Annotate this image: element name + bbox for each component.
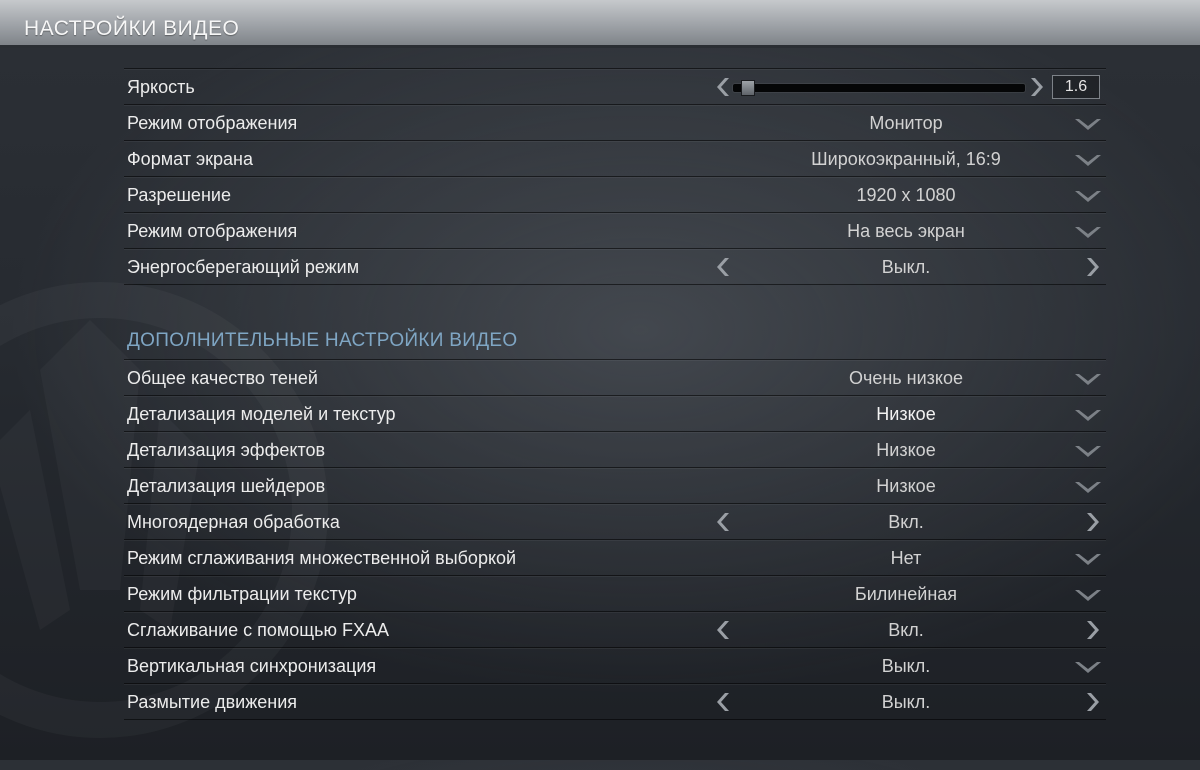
setting-value: Низкое [876, 476, 936, 496]
chevron-right-icon[interactable] [1030, 77, 1048, 97]
section-title: ДОПОЛНИТЕЛЬНЫЕ НАСТРОЙКИ ВИДЕО [127, 330, 518, 351]
setting-label: Режим отображения [127, 221, 298, 241]
setting-row-display-mode[interactable]: Режим отображения Монитор [124, 104, 1106, 140]
setting-label: Режим отображения [127, 113, 298, 133]
title-bar: НАСТРОЙКИ ВИДЕО [0, 0, 1200, 48]
setting-label: Детализация эффектов [127, 440, 326, 460]
setting-label: Формат экрана [127, 149, 253, 169]
setting-value: Выкл. [881, 656, 931, 676]
setting-label: Вертикальная синхронизация [127, 656, 377, 676]
setting-row-resolution[interactable]: Разрешение 1920 x 1080 [124, 176, 1106, 212]
chevron-left-icon[interactable] [712, 77, 730, 97]
chevron-right-icon[interactable] [1086, 257, 1104, 277]
setting-value: Выкл. [881, 257, 931, 277]
setting-value: На весь экран [847, 221, 965, 241]
setting-label: Детализация моделей и текстур [127, 404, 396, 424]
brightness-slider[interactable] [733, 80, 1025, 96]
setting-row-aspect-ratio[interactable]: Формат экрана Широкоэкранный, 16:9 [124, 140, 1106, 176]
setting-row-texture-filtering[interactable]: Режим фильтрации текстур Билинейная [124, 575, 1106, 611]
setting-label: Сглаживание с помощью FXAA [127, 620, 390, 640]
setting-label: Разрешение [127, 185, 231, 205]
setting-row-model-texture-detail[interactable]: Детализация моделей и текстур Низкое [124, 395, 1106, 431]
chevron-down-icon[interactable] [1074, 409, 1102, 423]
setting-value: Нет [890, 548, 922, 568]
section-header-advanced: ДОПОЛНИТЕЛЬНЫЕ НАСТРОЙКИ ВИДЕО [124, 285, 1106, 359]
setting-value: Низкое [876, 440, 936, 460]
setting-label: Детализация шейдеров [127, 476, 326, 496]
setting-row-window-mode[interactable]: Режим отображения На весь экран [124, 212, 1106, 248]
slider-handle[interactable] [741, 80, 755, 96]
chevron-right-icon[interactable] [1086, 692, 1104, 712]
setting-row-effect-detail[interactable]: Детализация эффектов Низкое [124, 431, 1106, 467]
chevron-down-icon[interactable] [1074, 190, 1102, 204]
chevron-down-icon[interactable] [1074, 481, 1102, 495]
setting-value: 1920 x 1080 [856, 185, 956, 205]
chevron-right-icon[interactable] [1086, 620, 1104, 640]
setting-label: Размытие движения [127, 692, 298, 712]
settings-panel: Яркость 1.6 Режим отображения Монитор Фо… [124, 68, 1106, 720]
setting-label: Энергосберегающий режим [127, 257, 360, 277]
chevron-right-icon[interactable] [1086, 512, 1104, 532]
setting-label: Режим фильтрации текстур [127, 584, 357, 604]
chevron-down-icon[interactable] [1074, 226, 1102, 240]
setting-row-shader-detail[interactable]: Детализация шейдеров Низкое [124, 467, 1106, 503]
chevron-down-icon[interactable] [1074, 445, 1102, 459]
setting-row-vsync[interactable]: Вертикальная синхронизация Выкл. [124, 647, 1106, 683]
setting-row-shadow-quality[interactable]: Общее качество теней Очень низкое [124, 359, 1106, 395]
setting-row-motion-blur: Размытие движения Выкл. [124, 683, 1106, 720]
setting-label: Общее качество теней [127, 368, 318, 388]
setting-value: Вкл. [888, 620, 924, 640]
setting-value: Выкл. [881, 692, 931, 712]
setting-value: Низкое [876, 404, 936, 424]
setting-row-fxaa: Сглаживание с помощью FXAA Вкл. [124, 611, 1106, 647]
chevron-down-icon[interactable] [1074, 154, 1102, 168]
setting-value: Очень низкое [848, 368, 964, 388]
chevron-down-icon[interactable] [1074, 118, 1102, 132]
setting-value: Билинейная [854, 584, 958, 604]
setting-row-power-saving: Энергосберегающий режим Выкл. [124, 248, 1106, 285]
setting-value: Монитор [869, 113, 943, 133]
setting-row-msaa[interactable]: Режим сглаживания множественной выборкой… [124, 539, 1106, 575]
chevron-down-icon[interactable] [1074, 661, 1102, 675]
chevron-down-icon[interactable] [1074, 589, 1102, 603]
setting-label: Яркость [127, 77, 195, 97]
setting-row-multicore: Многоядерная обработка Вкл. [124, 503, 1106, 539]
setting-label: Многоядерная обработка [127, 512, 340, 532]
setting-value: Вкл. [888, 512, 924, 532]
setting-label: Режим сглаживания множественной выборкой [127, 548, 517, 568]
setting-row-brightness: Яркость 1.6 [124, 68, 1106, 104]
brightness-value-field[interactable]: 1.6 [1052, 75, 1100, 99]
page-title: НАСТРОЙКИ ВИДЕО [24, 17, 240, 40]
chevron-down-icon[interactable] [1074, 553, 1102, 567]
chevron-down-icon[interactable] [1074, 373, 1102, 387]
setting-value: Широкоэкранный, 16:9 [811, 149, 1001, 169]
